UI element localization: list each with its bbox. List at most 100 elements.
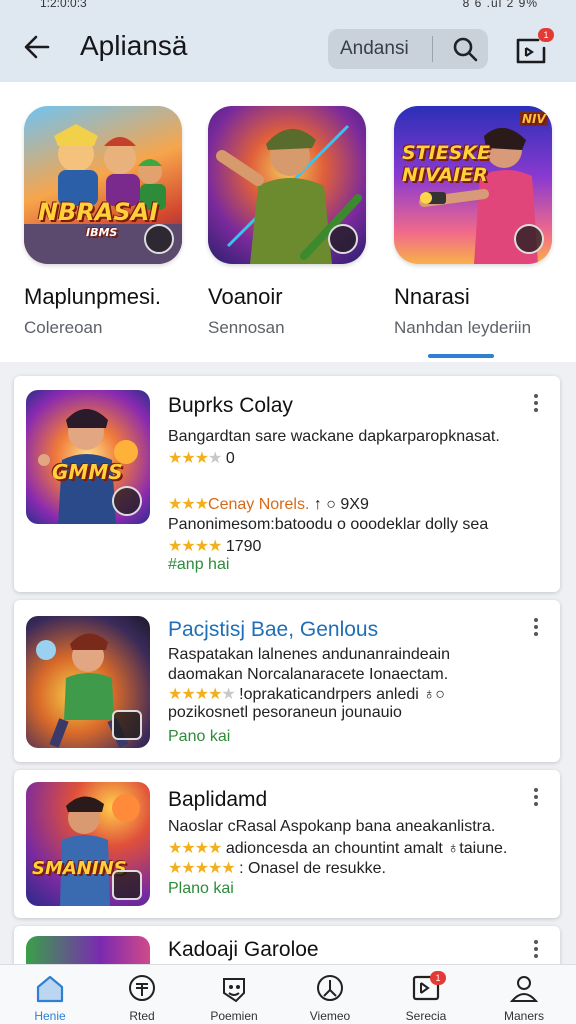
list-item[interactable]: SMANINS Baplidamd Naoslar cRasal Aspokan… xyxy=(14,770,560,918)
game-thumbnail xyxy=(26,616,150,748)
featured-subtitle: Colereoan xyxy=(24,318,103,337)
rating-stars: ★★★ xyxy=(168,496,209,513)
list-item-title: Baplidamd xyxy=(168,788,267,812)
nav-badge: 1 xyxy=(430,971,446,985)
profile-icon xyxy=(509,976,539,1002)
nav-label: Serecia xyxy=(405,1009,447,1023)
featured-art-title: STIESKE NIVAIER xyxy=(402,142,491,186)
notification-badge: 1 xyxy=(538,28,554,42)
nav-label: Viemeo xyxy=(309,1009,351,1023)
search-divider xyxy=(432,36,433,62)
featured-card[interactable]: Voanoir Sennosan xyxy=(208,106,368,337)
price-label: #anp hai xyxy=(168,556,230,573)
list-item-title: Kadoaji Garoloe xyxy=(168,938,319,961)
carousel-indicator xyxy=(428,354,494,358)
rating-row: ★★★Cenay Norels. ↑ ○ 9X9 xyxy=(168,494,369,514)
app-bar: Apliansä Andansi 1 xyxy=(0,12,576,94)
featured-title: Voanoir xyxy=(208,284,283,309)
price-label: Pano kai xyxy=(168,728,231,745)
list-item-title: Pacjstisj Bae, Genlous xyxy=(168,618,379,641)
rating-row: ★★★★★ !oprakaticandrpers anledi ♁○ xyxy=(168,684,445,704)
featured-art-title: NBRASAI xyxy=(38,198,159,226)
featured-subtitle: Nanhdan leyderiin xyxy=(394,318,532,337)
list-item-description: Bangardtan sare wackane dapkarparopknasa… xyxy=(168,428,500,445)
featured-subtitle: Sennosan xyxy=(208,318,285,337)
game-controller-icon xyxy=(144,224,174,254)
rating-extra: : Onasel de resukke. xyxy=(234,860,386,877)
rating-extra: ↑ ○ 9X9 xyxy=(309,496,369,513)
premium-icon xyxy=(223,978,245,1003)
list-item-description: Naoslar cRasal Aspokanp bana aneakanlist… xyxy=(168,818,496,835)
rating-count: 1790 xyxy=(221,538,262,555)
featured-carousel: NBRASAI IBMS Maplunpmesi. Colereoan Voan… xyxy=(0,82,576,362)
featured-card[interactable]: STIESKE NIVAIER NIV Nnarasi Nanhdan leyd… xyxy=(394,106,554,337)
rating-extra: adioncesda an chountint amalt ♁taiune. xyxy=(221,840,508,857)
nav-label: Maners xyxy=(503,1009,544,1023)
game-controller-icon xyxy=(112,486,142,516)
nav-label: Rted xyxy=(129,1009,155,1023)
home-icon xyxy=(36,975,64,1003)
status-icons: 8 6 .ul 2 9% xyxy=(462,0,538,10)
nav-profile[interactable]: Maners xyxy=(484,973,564,1023)
nav-rated[interactable]: Rted xyxy=(102,973,182,1023)
featured-title: Maplunpmesi. xyxy=(24,284,161,309)
bottom-navigation: Henie Rted Poemien Viemeo 1 Serecia Mane… xyxy=(0,964,576,1024)
list-item-description: Raspatakan lalnenes andunanraindeain xyxy=(168,646,450,663)
game-controller-icon xyxy=(514,224,544,254)
rated-icon xyxy=(129,975,155,1001)
nav-service[interactable]: 1 Serecia xyxy=(386,971,466,1023)
list-item[interactable]: Pacjstisj Bae, Genlous Raspatakan lalnen… xyxy=(14,600,560,762)
price-label: Plano kai xyxy=(168,880,234,897)
featured-card[interactable]: NBRASAI IBMS Maplunpmesi. Colereoan xyxy=(24,106,184,337)
rating-stars: ★★★★ xyxy=(168,840,222,857)
nav-premium[interactable]: Poemien xyxy=(194,973,274,1023)
rating-stars: ★★★★ xyxy=(168,686,222,703)
nav-label: Henie xyxy=(34,1009,66,1023)
nav-video[interactable]: Viemeo xyxy=(290,973,370,1023)
featured-art-subtitle: IBMS xyxy=(86,226,118,239)
status-time: 1:2:0:0:3 xyxy=(40,0,87,10)
rating-stars: ★★★★ xyxy=(168,538,222,555)
featured-game-art: NBRASAI IBMS xyxy=(24,106,182,264)
list-item-description: daomakan Norcalanaracete Ionaectam. xyxy=(168,666,449,683)
thumbnail-art-title: GMMS xyxy=(52,460,123,484)
list-item-title-text: Baplidamd xyxy=(168,788,268,811)
notifications-button[interactable]: 1 xyxy=(512,28,554,70)
nav-label: Poemien xyxy=(210,1009,258,1023)
featured-art-tag: NIV xyxy=(520,112,548,126)
rating-row: ★★★★ 1790 xyxy=(168,536,261,556)
search-bar[interactable]: Andansi xyxy=(328,29,488,69)
list-item-title: Buprks Colay xyxy=(168,394,293,417)
rating-stars: ★★★★★ xyxy=(168,860,236,877)
featured-game-art: STIESKE NIVAIER NIV xyxy=(394,106,552,264)
more-options-icon[interactable] xyxy=(532,940,540,962)
game-thumbnail: SMANINS xyxy=(26,782,150,906)
rating-extra: !oprakaticandrpers anledi ♁○ xyxy=(234,686,445,703)
back-arrow-icon[interactable] xyxy=(22,32,52,62)
game-controller-icon xyxy=(328,224,358,254)
more-options-icon[interactable] xyxy=(532,788,540,810)
list-item-description: pozikosnetl pesoraneun jounauio xyxy=(168,704,402,721)
rating-row: ★★★★★ : Onasel de resukke. xyxy=(168,858,386,878)
rating-row: ★★★★ 0 xyxy=(168,448,235,468)
game-controller-icon xyxy=(112,710,142,740)
status-bar: 1:2:0:0:3 8 6 .ul 2 9% xyxy=(0,0,576,12)
featured-title: Nnarasi xyxy=(394,284,470,309)
more-options-icon[interactable] xyxy=(532,394,540,416)
rating-label: Cenay Norels. xyxy=(208,496,310,513)
game-thumbnail: GMMS xyxy=(26,390,150,524)
rating-row: ★★★★ adioncesda an chountint amalt ♁taiu… xyxy=(168,838,507,858)
search-icon[interactable] xyxy=(452,36,478,62)
page-title: Apliansä xyxy=(80,30,188,61)
nav-home[interactable]: Henie xyxy=(10,973,90,1023)
rating-star-empty: ★ xyxy=(221,686,235,703)
featured-game-art xyxy=(208,106,366,264)
search-input[interactable]: Andansi xyxy=(340,38,409,60)
game-controller-icon xyxy=(112,870,142,900)
video-icon xyxy=(317,975,343,1001)
rating-stars: ★★★ xyxy=(168,450,209,467)
more-options-icon[interactable] xyxy=(532,618,540,640)
rating-extra: 0 xyxy=(221,450,235,467)
list-item[interactable]: GMMS Buprks Colay Bangardtan sare wackan… xyxy=(14,376,560,592)
list-item-description: Panonimesom:batoodu o ooodeklar dolly se… xyxy=(168,516,489,533)
